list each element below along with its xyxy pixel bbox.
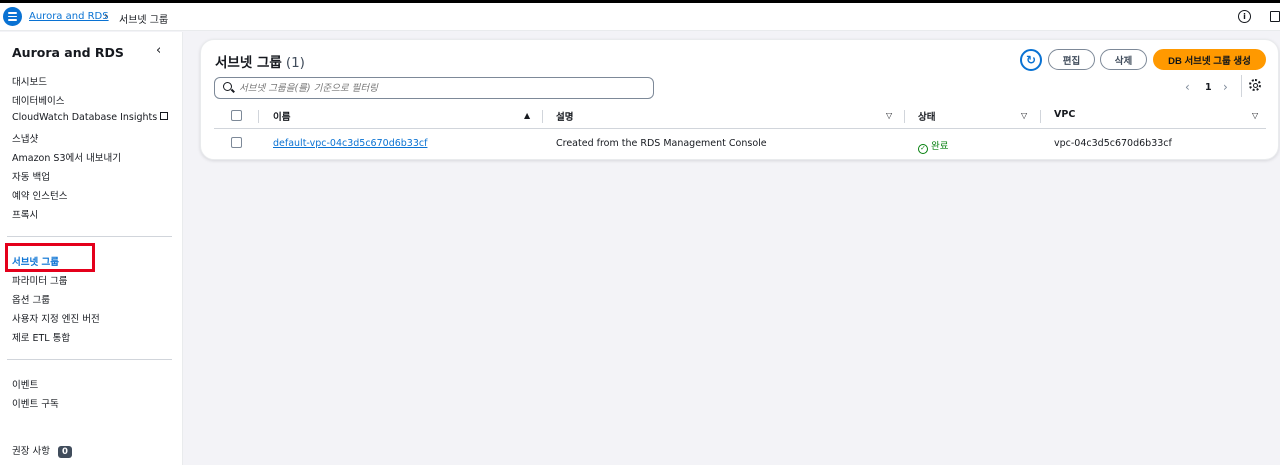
column-header-name[interactable]: 이름 <box>273 109 290 123</box>
table-header-divider <box>214 128 1266 129</box>
sort-icon[interactable]: ▽ <box>1021 111 1027 120</box>
sidebar-item-automated-backups[interactable]: 자동 백업 <box>12 169 50 183</box>
check-circle-icon: ✓ <box>918 144 928 154</box>
sidebar-item-zero-etl[interactable]: 제로 ETL 통합 <box>12 330 70 344</box>
sidebar-item-label: 권장 사항 <box>12 446 50 457</box>
sidebar-item-label: CloudWatch Database Insights <box>12 112 158 123</box>
table-cell-description: Created from the RDS Management Console <box>556 138 767 149</box>
subnet-group-name-link[interactable]: default-vpc-04c3d5c670d6b33cf <box>273 138 427 149</box>
feedback-icon[interactable] <box>1270 11 1280 22</box>
page-title: 서브넷 그룹 (1) <box>215 51 305 71</box>
row-select-checkbox[interactable] <box>231 137 242 148</box>
settings-gear-icon[interactable] <box>1249 79 1261 91</box>
sidebar-divider <box>7 359 172 360</box>
create-db-subnet-group-button[interactable]: DB 서브넷 그룹 생성 <box>1153 49 1266 70</box>
collapse-sidebar-icon[interactable]: ‹ <box>156 43 161 58</box>
next-page-icon[interactable]: › <box>1223 80 1228 94</box>
column-separator <box>542 110 543 123</box>
sort-ascending-icon[interactable]: ▲ <box>524 111 530 120</box>
item-count: (1) <box>285 55 305 71</box>
filter-search-box[interactable] <box>214 77 654 99</box>
top-navigation: Aurora and RDS › 서브넷 그룹 i <box>0 3 1280 31</box>
sidebar-item-recommendations[interactable]: 권장 사항 0 <box>12 443 72 458</box>
sidebar-item-database-insights[interactable]: CloudWatch Database Insights <box>12 112 169 123</box>
column-separator <box>258 110 259 123</box>
select-all-checkbox[interactable] <box>231 110 242 121</box>
recommendations-badge: 0 <box>57 446 72 458</box>
sidebar-item-snapshots[interactable]: 스냅샷 <box>12 131 38 145</box>
sidebar-item-option-groups[interactable]: 옵션 그룹 <box>12 292 50 306</box>
info-icon[interactable]: i <box>1238 10 1251 23</box>
refresh-icon[interactable]: ↻ <box>1020 49 1042 71</box>
column-separator <box>1040 110 1041 123</box>
hamburger-menu-icon[interactable] <box>3 7 22 26</box>
search-icon <box>223 82 232 91</box>
edit-button[interactable]: 편집 <box>1048 49 1095 70</box>
chevron-right-icon: › <box>104 9 109 22</box>
sidebar-item-events[interactable]: 이벤트 <box>12 377 38 391</box>
filter-input[interactable] <box>239 80 639 96</box>
external-link-icon <box>160 112 169 120</box>
sort-icon[interactable]: ▽ <box>886 111 892 120</box>
subnet-groups-panel: 서브넷 그룹(1) ↻ 편집 삭제 DB 서브넷 그룹 생성 ‹ 1 › 이름 … <box>200 39 1279 160</box>
column-separator <box>904 110 905 123</box>
sidebar-item-proxies[interactable]: 프록시 <box>12 207 38 221</box>
table-cell-vpc: vpc-04c3d5c670d6b33cf <box>1054 138 1172 149</box>
sidebar-item-s3-exports[interactable]: Amazon S3에서 내보내기 <box>12 150 121 164</box>
panel-title-text: 서브넷 그룹 <box>215 55 282 71</box>
delete-button[interactable]: 삭제 <box>1100 49 1147 70</box>
sort-icon[interactable]: ▽ <box>1252 111 1258 120</box>
sidebar-item-event-subscriptions[interactable]: 이벤트 구독 <box>12 396 59 410</box>
previous-page-icon[interactable]: ‹ <box>1185 80 1190 94</box>
status-text: 완료 <box>931 141 949 152</box>
column-header-vpc[interactable]: VPC <box>1054 109 1075 120</box>
sidebar-item-databases[interactable]: 데이터베이스 <box>12 93 64 107</box>
annotation-highlight-box <box>5 243 95 272</box>
page-number[interactable]: 1 <box>1205 82 1212 93</box>
sidebar-item-parameter-groups[interactable]: 파라미터 그룹 <box>12 273 67 287</box>
breadcrumb-current: 서브넷 그룹 <box>119 15 169 26</box>
sidebar-item-dashboard[interactable]: 대시보드 <box>12 74 47 88</box>
breadcrumb-parent-link[interactable]: Aurora and RDS <box>29 11 109 22</box>
pager-divider <box>1241 75 1242 97</box>
sidebar-divider <box>7 236 172 237</box>
sidebar-item-custom-engine-versions[interactable]: 사용자 지정 엔진 버전 <box>12 311 100 325</box>
sidebar-item-reserved-instances[interactable]: 예약 인스턴스 <box>12 188 67 202</box>
status-badge: ✓ 완료 <box>918 138 948 154</box>
column-header-status[interactable]: 상태 <box>918 109 935 123</box>
sidebar-title: Aurora and RDS <box>12 45 124 60</box>
column-header-description[interactable]: 설명 <box>556 109 573 123</box>
